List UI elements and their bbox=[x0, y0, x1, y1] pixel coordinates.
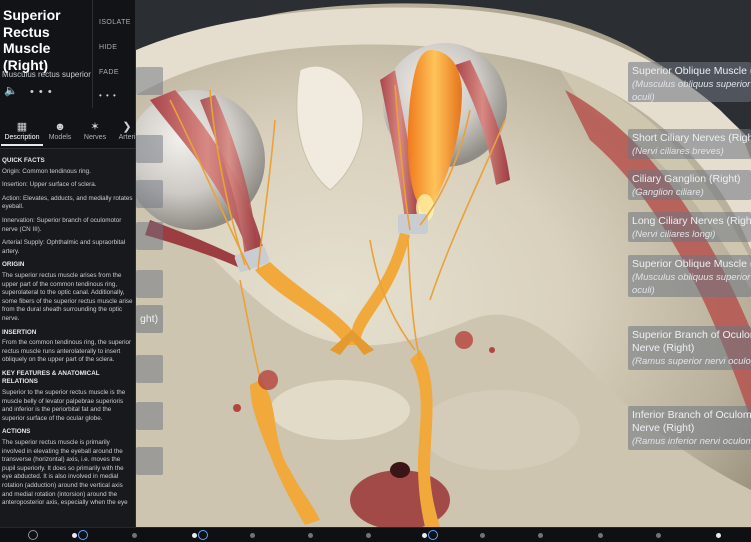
structure-latin-name: Musculus rectus superior bbox=[2, 70, 91, 79]
fact-item: Innervation: Superior branch of oculomot… bbox=[2, 216, 122, 233]
fact-item: Arterial Supply: Ophthalmic and supraorb… bbox=[2, 239, 126, 255]
label-text: Superior Branch of Oculom bbox=[632, 329, 751, 341]
label-stub[interactable] bbox=[136, 222, 163, 250]
hide-button[interactable]: HIDE bbox=[99, 44, 117, 51]
toolbar-dot[interactable] bbox=[598, 533, 603, 538]
label-latin: (Ganglion ciliare) bbox=[632, 187, 704, 198]
toolbar-dot[interactable] bbox=[366, 533, 371, 538]
layer-icon[interactable] bbox=[78, 530, 88, 540]
nerves-icon: ✶ bbox=[90, 121, 100, 133]
label-stub[interactable] bbox=[136, 67, 163, 95]
structure-title: Superior Rectus Muscle (Right) bbox=[3, 7, 61, 73]
bottom-toolbar bbox=[0, 527, 751, 542]
label-long-ciliary-nerves[interactable]: Long Ciliary Nerves (Right (Nervi ciliar… bbox=[628, 212, 751, 242]
label-latin: (Ramus superior nervi oculomo bbox=[632, 356, 751, 367]
structure-sidebar: Superior Rectus Muscle (Right) Musculus … bbox=[0, 0, 136, 527]
tab-label: Models bbox=[48, 134, 72, 141]
label-stub[interactable] bbox=[136, 180, 163, 208]
fade-button[interactable]: FADE bbox=[99, 69, 119, 76]
toolbar-dot[interactable] bbox=[72, 533, 77, 538]
fact-item: Origin: Common tendinous ring. bbox=[2, 167, 91, 175]
label-stub[interactable] bbox=[136, 355, 163, 383]
tab-label: Nerves bbox=[83, 134, 107, 141]
section-text: The superior rectus muscle is primarily … bbox=[2, 439, 128, 507]
label-stub[interactable] bbox=[136, 447, 163, 475]
more-options-icon[interactable]: • • • bbox=[30, 86, 53, 98]
label-stub[interactable] bbox=[136, 270, 163, 298]
fact-item: Insertion: Upper surface of sclera. bbox=[2, 181, 97, 189]
tab-label: Description bbox=[4, 134, 40, 141]
label-text: Superior Oblique Muscle (R bbox=[632, 258, 751, 270]
body-icon[interactable] bbox=[28, 530, 38, 540]
section-heading: KEY FEATURES & ANATOMICAL RELATIONS bbox=[2, 369, 100, 386]
toolbar-dot[interactable] bbox=[422, 533, 427, 538]
tab-arteries[interactable]: ❯ Arteri bbox=[116, 121, 136, 141]
section-text: From the common tendinous ring, the supe… bbox=[2, 339, 132, 364]
label-superior-oblique-left[interactable]: Superior Oblique Muscle (L (Musculus obl… bbox=[628, 62, 751, 102]
label-latin: (Musculus obliquus superior bu bbox=[632, 79, 751, 90]
label-short-ciliary-nerves[interactable]: Short Ciliary Nerves (Right (Nervi cilia… bbox=[628, 129, 751, 159]
book-icon: ▦ bbox=[16, 121, 28, 133]
tab-label: Arteri bbox=[118, 134, 136, 141]
label-stub[interactable] bbox=[136, 402, 163, 430]
app-window: ght) Superior Oblique Muscle (L (Musculu… bbox=[0, 0, 751, 542]
toolbar-dot[interactable] bbox=[192, 533, 197, 538]
toolbar-dot[interactable] bbox=[480, 533, 485, 538]
label-latin: (Nervi ciliares longi) bbox=[632, 229, 716, 240]
label-stub[interactable] bbox=[136, 135, 163, 163]
toolbar-dot[interactable] bbox=[656, 533, 661, 538]
isolate-button[interactable]: ISOLATE bbox=[99, 19, 131, 26]
label-superior-branch-oculomotor[interactable]: Superior Branch of Oculom Nerve (Right) … bbox=[628, 326, 751, 370]
label-superior-oblique-right[interactable]: Superior Oblique Muscle (R (Musculus obl… bbox=[628, 255, 751, 297]
label-text: Ciliary Ganglion (Right) bbox=[632, 173, 741, 185]
more-actions-icon[interactable]: • • • bbox=[99, 91, 117, 100]
description-content: QUICK FACTS Origin: Common tendinous rin… bbox=[0, 152, 135, 527]
toolbar-dot[interactable] bbox=[132, 533, 137, 538]
label-latin: oculi) bbox=[632, 285, 655, 296]
speaker-icon[interactable]: 🔈 bbox=[4, 85, 18, 97]
toolbar-dot[interactable] bbox=[538, 533, 543, 538]
label-text: Superior Oblique Muscle (L bbox=[632, 65, 751, 77]
label-text: Nerve (Right) bbox=[632, 342, 695, 354]
layer-icon[interactable] bbox=[428, 530, 438, 540]
section-heading: ORIGIN bbox=[2, 261, 25, 269]
section-text: The superior rectus muscle arises from t… bbox=[2, 271, 133, 322]
fact-item: Action: Elevates, adducts, and medially … bbox=[2, 194, 133, 211]
sidebar-tabs: ▦ Description ☻ Models ✶ Nerves ❯ Arteri bbox=[0, 117, 136, 149]
section-heading: ACTIONS bbox=[2, 428, 31, 436]
toolbar-dot[interactable] bbox=[250, 533, 255, 538]
label-text: Nerve (Right) bbox=[632, 422, 695, 434]
tab-models[interactable]: ☻ Models bbox=[46, 121, 74, 141]
section-text: Superior to the superior rectus muscle i… bbox=[2, 389, 126, 422]
label-latin: oculi) bbox=[632, 92, 655, 102]
label-latin: (Musculus obliquus superior bu bbox=[632, 272, 751, 283]
models-icon: ☻ bbox=[54, 121, 66, 133]
arteries-icon: ❯ bbox=[122, 121, 132, 133]
tab-description[interactable]: ▦ Description bbox=[1, 121, 43, 146]
toolbar-dot[interactable] bbox=[308, 533, 313, 538]
section-heading: QUICK FACTS bbox=[2, 157, 45, 164]
label-text: Inferior Branch of Oculomo bbox=[632, 409, 751, 421]
label-inferior-branch-oculomotor[interactable]: Inferior Branch of Oculomo Nerve (Right)… bbox=[628, 406, 751, 450]
label-text: Long Ciliary Nerves (Right bbox=[632, 215, 751, 227]
label-ciliary-ganglion[interactable]: Ciliary Ganglion (Right) (Ganglion cilia… bbox=[628, 170, 751, 200]
structure-actions: ISOLATE HIDE FADE • • • bbox=[92, 0, 135, 108]
structure-header: Superior Rectus Muscle (Right) Musculus … bbox=[0, 0, 135, 117]
label-fragment-text: ght) bbox=[140, 313, 159, 325]
label-latin: (Ramus inferior nervi oculomo bbox=[632, 436, 751, 447]
layer-icon[interactable] bbox=[198, 530, 208, 540]
tab-nerves[interactable]: ✶ Nerves bbox=[80, 121, 110, 141]
toolbar-dot[interactable] bbox=[716, 533, 721, 538]
section-heading: INSERTION bbox=[2, 328, 37, 336]
label-latin: (Nervi ciliares breves) bbox=[632, 146, 724, 157]
label-fragment[interactable]: ght) bbox=[136, 305, 163, 333]
label-text: Short Ciliary Nerves (Right bbox=[632, 132, 751, 144]
